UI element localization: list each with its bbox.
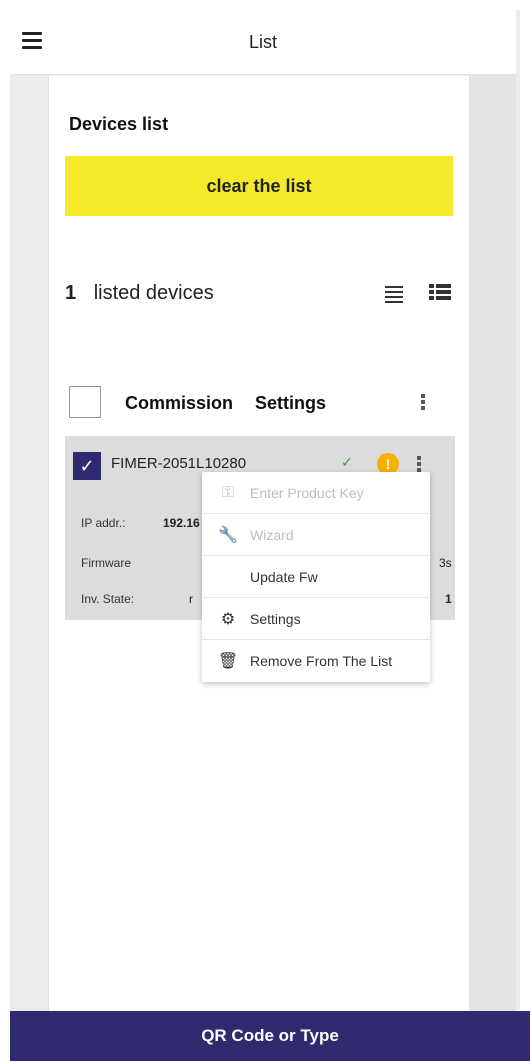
inverter-state-label: Inv. State:: [81, 592, 135, 606]
compact-list-view-icon[interactable]: [385, 286, 403, 306]
firmware-label: Firmware: [81, 556, 131, 570]
clear-list-button[interactable]: clear the list: [65, 156, 453, 216]
menu-item-wizard[interactable]: 🔧 Wizard: [202, 514, 430, 556]
app-frame: List Devices list clear the list 1 liste…: [0, 0, 531, 1061]
firmware-value-suffix: 3s: [439, 556, 452, 570]
table-header: Commission Settings: [69, 386, 449, 422]
gear-icon: ⚙: [220, 610, 236, 628]
menu-item-label: Wizard: [250, 526, 294, 543]
connected-check-icon: ✓: [341, 454, 353, 470]
menu-item-enter-product-key[interactable]: ⚿ Enter Product Key: [202, 472, 430, 514]
wrench-icon: 🔧: [218, 526, 238, 544]
trash-icon: 🗑: [217, 653, 239, 670]
device-checkbox[interactable]: ✓: [73, 452, 101, 480]
devices-list-title: Devices list: [69, 114, 169, 134]
page-title: List: [248, 32, 277, 52]
ip-address-value: 192.16: [163, 516, 200, 530]
device-count: 1 listed devices: [65, 282, 214, 305]
menu-item-update-fw[interactable]: Update Fw: [202, 556, 430, 598]
device-name: FIMER-2051L10280: [111, 455, 247, 472]
right-edge: [516, 10, 520, 1010]
select-all-checkbox[interactable]: [69, 386, 101, 418]
menu-item-settings[interactable]: ⚙ Settings: [202, 598, 430, 640]
menu-item-label: Enter Product Key: [250, 484, 364, 501]
commission-column-header[interactable]: Commission: [125, 393, 233, 414]
device-count-number: 1: [65, 282, 77, 304]
side-strip: [470, 74, 516, 1011]
inverter-state-value: r: [189, 592, 193, 606]
menu-item-label: Remove From The List: [250, 653, 393, 669]
header-more-icon[interactable]: [421, 394, 427, 412]
menu-item-label: Update Fw: [250, 568, 318, 585]
device-context-menu: ⚿ Enter Product Key 🔧 Wizard Update Fw ⚙…: [202, 472, 430, 682]
app-header: List: [10, 10, 516, 75]
inverter-state-suffix: 1: [445, 592, 452, 606]
menu-item-label: Settings: [250, 610, 301, 627]
qr-code-or-type-button[interactable]: QR Code or Type: [10, 1011, 530, 1061]
device-count-label: listed devices: [93, 282, 214, 304]
detailed-list-view-icon[interactable]: [429, 284, 451, 302]
menu-item-remove-from-list[interactable]: 🗑 Remove From The List: [202, 640, 430, 682]
settings-column-header[interactable]: Settings: [255, 393, 326, 414]
key-icon: ⚿: [221, 483, 235, 501]
ip-address-label: IP addr.:: [81, 516, 126, 530]
